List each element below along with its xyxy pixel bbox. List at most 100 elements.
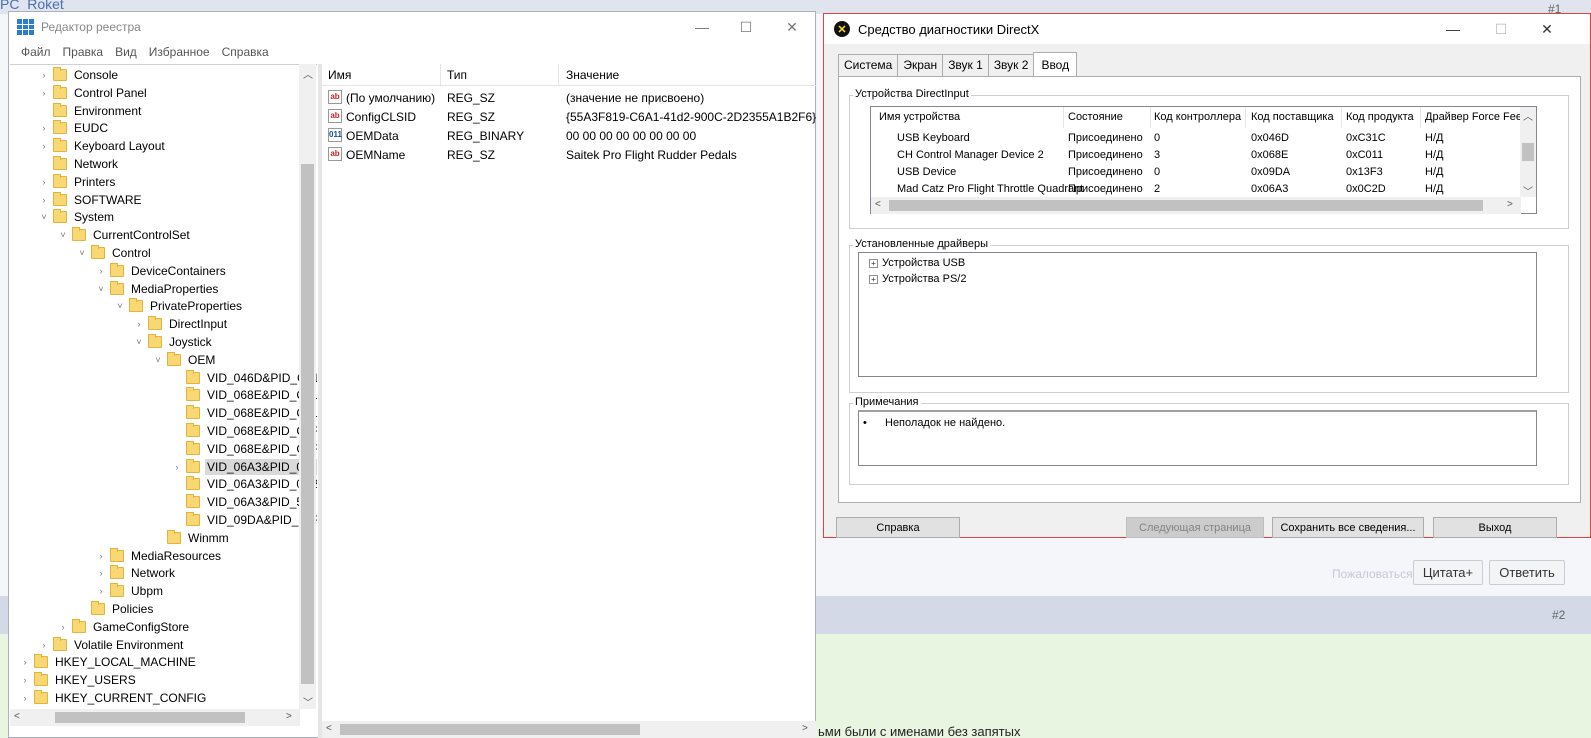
chevron-right-icon[interactable]: › [39, 177, 49, 187]
tree-node[interactable]: VID_068E&PID_C011 [172, 404, 317, 422]
close-icon[interactable]: ✕ [1524, 14, 1570, 44]
driver-node-ps2[interactable]: + Устройства PS/2 [869, 271, 966, 287]
save-all-button[interactable]: Сохранить все сведения... [1272, 517, 1424, 538]
scrollbar-thumb[interactable] [301, 164, 314, 684]
chevron-down-icon[interactable]: ˅ [77, 248, 87, 258]
tree-node[interactable]: VID_046D&PID_C31C [172, 369, 317, 387]
close-icon[interactable]: ✕ [769, 12, 815, 42]
tab-sound-2[interactable]: Звук 2 [987, 54, 1035, 76]
tree-node[interactable]: ˅ PrivateProperties [115, 297, 244, 315]
tree-node[interactable]: › GameConfigStore [58, 618, 191, 636]
tab-input[interactable]: Ввод [1033, 52, 1078, 76]
menu-edit[interactable]: Правка [57, 42, 110, 62]
chevron-right-icon[interactable]: › [39, 640, 49, 650]
chevron-right-icon[interactable]: › [96, 568, 106, 578]
tree-node[interactable]: ˅ CurrentControlSet [58, 226, 192, 244]
device-row[interactable]: Mad Catz Pro Flight Throttle Quadrant При… [871, 181, 1521, 198]
column-name[interactable]: Имя [328, 68, 351, 82]
chevron-down-icon[interactable]: ˅ [96, 284, 106, 294]
scrollbar-thumb[interactable] [1522, 143, 1534, 161]
tree-node[interactable]: › SOFTWARE [39, 191, 144, 209]
tree-node[interactable]: VID_09DA&PID_13F3 [172, 511, 317, 529]
scrollbar-thumb[interactable] [55, 712, 245, 723]
column-vendor-id[interactable]: Код поставщика [1251, 111, 1334, 123]
chevron-right-icon[interactable]: › [20, 675, 30, 685]
tree-node[interactable]: › HKEY_CURRENT_CONFIG [20, 689, 208, 707]
menu-view[interactable]: Вид [109, 42, 143, 62]
devices-horizontal-scrollbar[interactable]: < > [871, 197, 1521, 214]
device-row[interactable]: USB Keyboard Присоединено 0 0x046D 0xC31C Н/Д [871, 130, 1521, 147]
menu-help[interactable]: Справка [216, 42, 275, 62]
exit-button[interactable]: Выход [1433, 517, 1557, 538]
chevron-down-icon[interactable]: ˅ [39, 212, 49, 222]
registry-tree[interactable]: › Console › Control Panel Environment › EUDC › K… [10, 64, 317, 722]
chevron-right-icon[interactable]: › [96, 551, 106, 561]
chevron-right-icon[interactable]: › [96, 586, 106, 596]
tree-node[interactable]: VID_06A3&PID_5081 [172, 493, 317, 511]
tree-node[interactable]: › Volatile Environment [39, 636, 185, 654]
column-controller-id[interactable]: Код контроллера [1154, 111, 1241, 123]
chevron-down-icon[interactable]: ˅ [115, 301, 125, 311]
chevron-right-icon[interactable]: › [20, 693, 30, 703]
value-row[interactable]: ab OEMName REG_SZ Saitek Pro Flight Rudder … [322, 145, 816, 164]
tree-node[interactable]: › MediaResources [96, 547, 223, 565]
tree-node[interactable]: Network [39, 155, 120, 173]
tree-node[interactable]: Policies [77, 600, 155, 618]
tree-vertical-scrollbar[interactable]: ︿ ﹀ [299, 64, 316, 709]
menu-file[interactable]: Файл [15, 42, 57, 62]
device-row[interactable]: CH Control Manager Device 2 Присоединено 3… [871, 147, 1521, 164]
tree-node[interactable]: ˅ OEM [153, 351, 217, 369]
tree-horizontal-scrollbar[interactable]: < > [10, 709, 300, 726]
values-horizontal-scrollbar[interactable]: < > [322, 721, 816, 738]
chevron-right-icon[interactable]: › [39, 195, 49, 205]
tree-node[interactable]: VID_068E&PID_C010 [172, 386, 317, 404]
tree-node[interactable]: Environment [39, 102, 143, 120]
chevron-right-icon[interactable]: › [39, 123, 49, 133]
tree-node[interactable]: › HKEY_USERS [20, 671, 138, 689]
devices-vertical-scrollbar[interactable]: ︿ ﹀ [1520, 107, 1536, 198]
installed-drivers-tree[interactable]: + Устройства USB + Устройства PS/2 [858, 252, 1537, 377]
tab-system[interactable]: Система [838, 54, 899, 76]
column-type[interactable]: Тип [447, 68, 467, 82]
column-product-id[interactable]: Код продукта [1346, 111, 1414, 123]
column-force-feedback-driver[interactable]: Драйвер Force Fee [1425, 111, 1521, 123]
chevron-right-icon[interactable]: › [39, 141, 49, 151]
tree-node[interactable]: › Printers [39, 173, 117, 191]
column-data[interactable]: Значение [566, 68, 619, 82]
tab-sound-1[interactable]: Звук 1 [942, 54, 989, 76]
tree-node[interactable]: › Control Panel [39, 84, 149, 102]
tree-node[interactable]: › Network [96, 564, 177, 582]
chevron-right-icon[interactable]: › [58, 622, 68, 632]
values-list[interactable]: Имя Тип Значение ab (По умолчанию) REG_SZ (… [322, 64, 816, 738]
chevron-right-icon[interactable]: › [96, 266, 106, 276]
chevron-down-icon[interactable]: ˅ [58, 230, 68, 240]
tree-node[interactable]: ˅ Joystick [134, 333, 214, 351]
tree-node[interactable]: › VID_06A3&PID_0763 [172, 458, 317, 476]
minimize-icon[interactable]: — [679, 12, 725, 42]
chevron-right-icon[interactable]: › [172, 462, 182, 472]
help-button[interactable]: Справка [836, 517, 960, 538]
tree-node[interactable]: › Ubpm [96, 582, 165, 600]
column-device-name[interactable]: Имя устройства [879, 111, 960, 123]
expand-icon[interactable]: + [869, 258, 878, 268]
tree-node[interactable]: VID_06A3&PID_0C2D [172, 475, 317, 493]
tree-node[interactable]: › DeviceContainers [96, 262, 228, 280]
menu-favorites[interactable]: Избранное [143, 42, 216, 62]
tree-node[interactable]: ˅ Control [77, 244, 153, 262]
chevron-right-icon[interactable]: › [134, 319, 144, 329]
scrollbar-thumb[interactable] [889, 200, 1483, 211]
value-row[interactable]: ab (По умолчанию) REG_SZ (значение не присв… [322, 88, 816, 107]
tree-node[interactable]: › EUDC [39, 119, 110, 137]
directinput-devices-list[interactable]: Имя устройства Состояние Код контроллера… [870, 106, 1537, 214]
minimize-icon[interactable]: — [1430, 14, 1476, 44]
tree-node[interactable]: › Keyboard Layout [39, 137, 167, 155]
maximize-icon[interactable]: ☐ [723, 12, 769, 42]
scrollbar-thumb[interactable] [340, 724, 640, 735]
complain-link[interactable]: Пожаловаться [1332, 567, 1413, 581]
value-row[interactable]: ab ConfigCLSID REG_SZ {55A3F819-C6A1-41d2-9… [322, 107, 816, 126]
chevron-right-icon[interactable]: › [39, 88, 49, 98]
reply-button[interactable]: Ответить [1489, 560, 1565, 585]
chevron-down-icon[interactable]: ˅ [153, 355, 163, 365]
expand-icon[interactable]: + [869, 274, 878, 284]
chevron-right-icon[interactable]: › [20, 657, 30, 667]
